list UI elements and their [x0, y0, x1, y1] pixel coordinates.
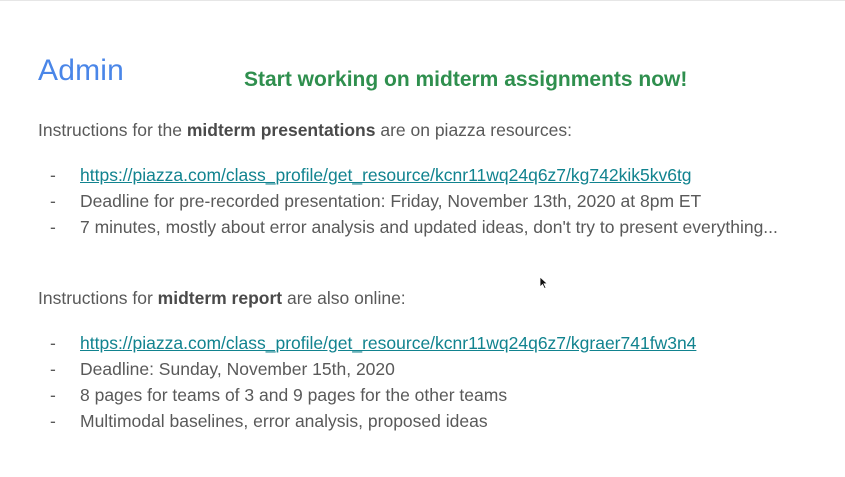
bullet-marker: - — [50, 333, 56, 353]
report-length-text: 8 pages for teams of 3 and 9 pages for t… — [80, 385, 508, 405]
slide: Admin Start working on midterm assignmen… — [0, 0, 845, 477]
intro-suffix: are also online: — [282, 288, 406, 308]
report-resource-link[interactable]: https://piazza.com/class_profile/get_res… — [80, 333, 696, 353]
banner-text: Start working on midterm assignments now… — [244, 68, 688, 91]
list-item: - Deadline: Sunday, November 15th, 2020 — [0, 356, 800, 382]
bullet-marker: - — [50, 359, 56, 379]
presentation-guidance-text: 7 minutes, mostly about error analysis a… — [80, 217, 778, 237]
list-item: - Multimodal baselines, error analysis, … — [0, 408, 800, 434]
intro-prefix: Instructions for the — [38, 120, 187, 140]
intro-suffix: are on piazza resources: — [375, 120, 572, 140]
section-report-intro: Instructions for midterm report are also… — [38, 286, 406, 310]
list-item: - 7 minutes, mostly about error analysis… — [0, 214, 780, 240]
presentations-bullet-list: - https://piazza.com/class_profile/get_r… — [0, 162, 800, 240]
report-deadline-text: Deadline: Sunday, November 15th, 2020 — [80, 359, 395, 379]
presentation-deadline-text: Deadline for pre-recorded presentation: … — [80, 191, 702, 211]
presentation-resource-link[interactable]: https://piazza.com/class_profile/get_res… — [80, 165, 692, 185]
intro-prefix: Instructions for — [38, 288, 158, 308]
intro-bold: midterm presentations — [186, 120, 376, 140]
section-presentations-intro: Instructions for the midterm presentatio… — [38, 118, 572, 142]
list-item: - Deadline for pre-recorded presentation… — [0, 188, 800, 214]
report-content-text: Multimodal baselines, error analysis, pr… — [80, 411, 488, 431]
slide-title: Admin — [38, 54, 125, 87]
bullet-marker: - — [50, 191, 56, 211]
list-item: - https://piazza.com/class_profile/get_r… — [0, 330, 800, 356]
bullet-marker: - — [50, 217, 56, 237]
list-item: - https://piazza.com/class_profile/get_r… — [0, 162, 800, 188]
mouse-pointer-icon — [539, 276, 549, 290]
bullet-marker: - — [50, 411, 56, 431]
report-bullet-list: - https://piazza.com/class_profile/get_r… — [0, 330, 800, 434]
bullet-marker: - — [50, 385, 56, 405]
bullet-marker: - — [50, 165, 56, 185]
list-item: - 8 pages for teams of 3 and 9 pages for… — [0, 382, 800, 408]
intro-bold: midterm report — [157, 288, 283, 308]
